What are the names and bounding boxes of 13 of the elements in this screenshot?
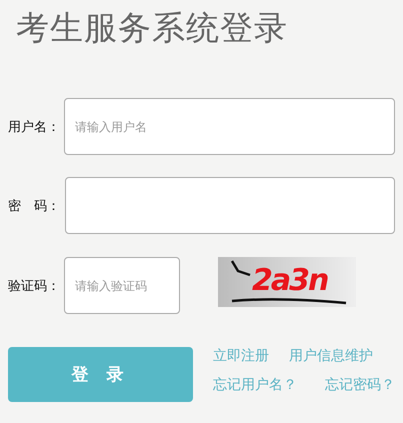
link[interactable]: 用户信息维护 <box>289 347 373 365</box>
field-label: 验证码： <box>8 278 61 294</box>
field-label: 密 码： <box>8 198 61 214</box>
login-button[interactable]: 登 录 <box>8 347 193 402</box>
captcha-image[interactable]: 2a3n <box>218 257 356 307</box>
username-field[interactable]: 请输入用户名 <box>64 98 395 155</box>
password-field[interactable] <box>65 177 395 234</box>
link[interactable]: 忘记密码？ <box>325 376 395 394</box>
link[interactable]: 忘记用户名？ <box>213 376 297 394</box>
page-title: 考生服务系统登录 <box>15 7 289 49</box>
link[interactable]: 立即注册 <box>213 347 269 365</box>
captcha-field[interactable]: 请输入验证码 <box>64 257 180 314</box>
field-label: 用户名： <box>8 118 61 136</box>
